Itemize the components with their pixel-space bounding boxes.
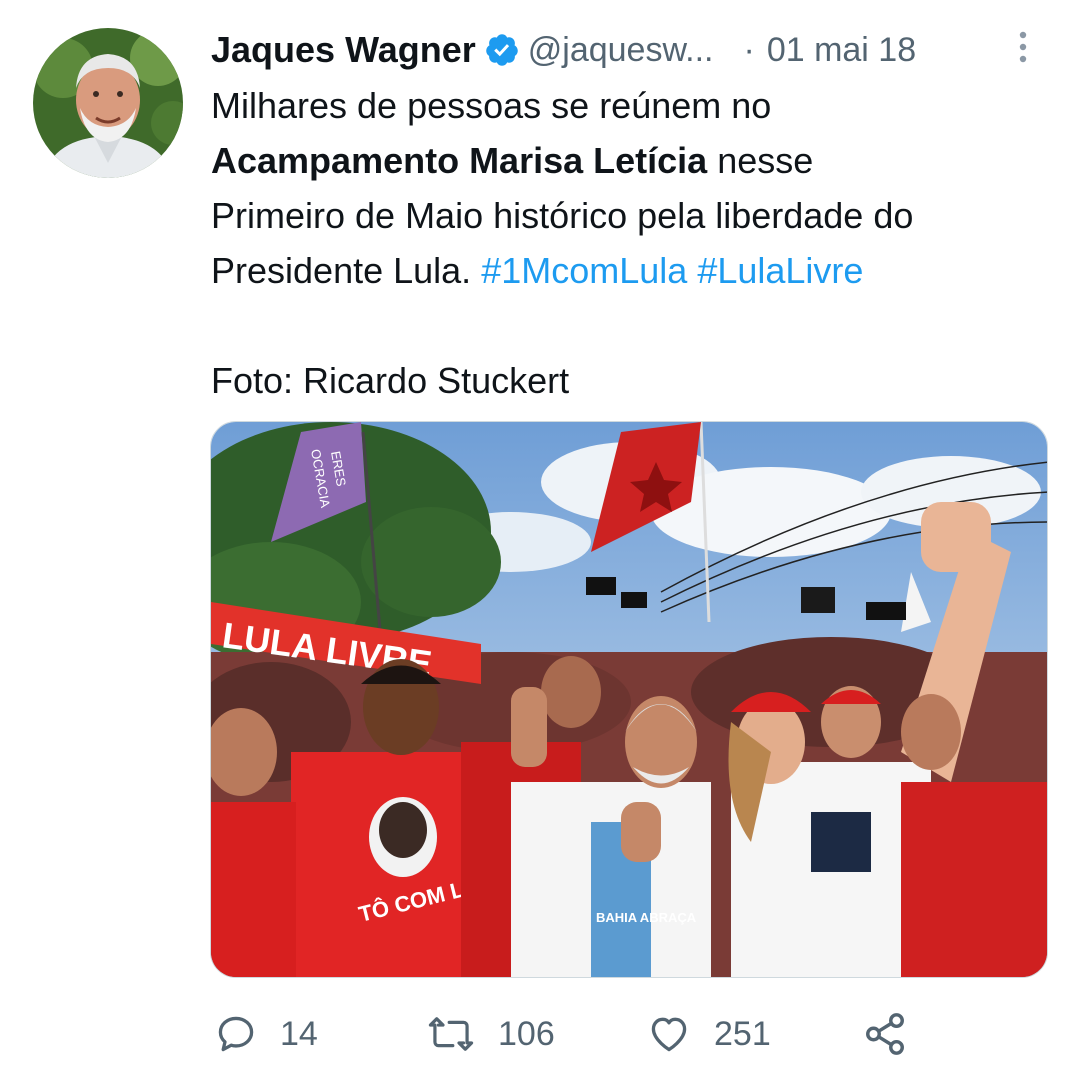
tweet-line-1: Milhares de pessoas se reúnem no: [211, 85, 772, 126]
author-handle[interactable]: @jaquesw...: [528, 31, 714, 70]
reply-button[interactable]: 14: [214, 1006, 318, 1062]
avatar-photo: [33, 28, 183, 178]
bold-mention: Acampamento Marisa Letícia: [211, 140, 708, 181]
avatar[interactable]: [33, 28, 183, 178]
retweet-button[interactable]: 106: [426, 1006, 555, 1062]
like-count: 251: [714, 1014, 771, 1053]
tweet-text: Milhares de pessoas se reúnem no Acampam…: [211, 78, 1051, 408]
share-nodes-icon: [866, 1013, 904, 1055]
hashtag-space: [687, 250, 697, 291]
retweet-arrows-icon: [428, 1017, 474, 1051]
tweet[interactable]: Jaques Wagner @jaquesw... · 01 mai 18 Mi…: [0, 0, 1076, 1071]
hashtag-1mcomlula[interactable]: #1McomLula: [481, 250, 687, 291]
share-button[interactable]: [862, 1006, 908, 1062]
more-options-button[interactable]: [1016, 30, 1030, 64]
like-button[interactable]: 251: [646, 1006, 771, 1062]
tweet-header: Jaques Wagner @jaquesw... · 01 mai 18: [211, 26, 916, 74]
photo-credit: Foto: Ricardo Stuckert: [211, 360, 570, 401]
tweet-date[interactable]: 01 mai 18: [767, 31, 916, 70]
tweet-line-4: Presidente Lula.: [211, 250, 482, 291]
separator-dot: ·: [743, 30, 755, 69]
tweet-line-3: Primeiro de Maio histórico pela liberdad…: [211, 195, 914, 236]
verified-badge-icon: [484, 32, 520, 68]
hashtag-lulalivre[interactable]: #LulaLivre: [697, 250, 863, 291]
rally-photo: ERES OCRACIA LULA LIVRE TÔ COM LULA BAHI…: [211, 422, 1047, 977]
heart-icon: [651, 1017, 687, 1052]
reply-count: 14: [280, 1014, 318, 1053]
author-name[interactable]: Jaques Wagner: [211, 29, 476, 71]
vertical-dots-icon: [1019, 31, 1027, 63]
retweet-count: 106: [498, 1014, 555, 1053]
shirt-text-2: BAHIA ABRAÇA: [596, 910, 697, 925]
tweet-actions: 14 106 251: [214, 1006, 974, 1062]
speech-bubble-icon: [218, 1016, 254, 1052]
tweet-line-2-tail: nesse: [707, 140, 814, 181]
tweet-photo[interactable]: ERES OCRACIA LULA LIVRE TÔ COM LULA BAHI…: [210, 421, 1048, 978]
